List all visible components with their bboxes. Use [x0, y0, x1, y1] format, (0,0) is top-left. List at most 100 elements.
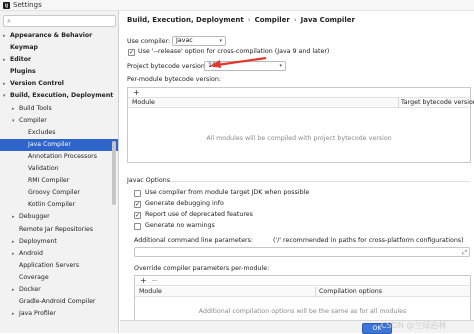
sidebar-item-docker[interactable]: ▸ Docker	[0, 284, 118, 296]
project-bytecode-label: Project bytecode version:	[127, 63, 207, 70]
sidebar-item-build-execution-deployment[interactable]: ▾ Build, Execution, Deployment	[0, 90, 118, 102]
sidebar-item-groovy-compiler[interactable]: Groovy Compiler	[0, 187, 118, 199]
sidebar-item-editor[interactable]: ▸ Editor	[0, 54, 118, 66]
breadcrumb-item[interactable]: Compiler	[255, 16, 290, 24]
release-option-checkbox[interactable]: ✓	[128, 49, 135, 56]
override-toolbar: + −	[135, 276, 470, 286]
window-title: Settings	[13, 1, 42, 9]
column-header-compilation-options[interactable]: Compilation options	[319, 287, 382, 297]
sidebar-item-deployment[interactable]: ▸ Deployment	[0, 236, 118, 248]
breadcrumb-item: Java Compiler	[300, 16, 355, 24]
release-option-label[interactable]: Use '--release' option for cross-compila…	[138, 48, 329, 55]
sidebar-item-java-profiler[interactable]: ▸ Java Profiler	[0, 308, 118, 320]
settings-sidebar: ⌕ ▸ Appearance & Behavior Keymap ▸ Editor Plu…	[0, 11, 119, 333]
sidebar-item-label: Java Profiler	[19, 310, 56, 318]
javac-option-label[interactable]: Use compiler from module target JDK when…	[145, 189, 309, 196]
sidebar-item-label: Groovy Compiler	[28, 189, 80, 197]
sidebar-item-label: RMI Compiler	[28, 177, 70, 185]
chevron-right-icon[interactable]: ▸	[3, 30, 6, 42]
sidebar-item-rmi-compiler[interactable]: RMI Compiler	[0, 175, 118, 187]
additional-params-label: Additional command line parameters:	[134, 237, 254, 244]
sidebar-item-label: Keymap	[10, 44, 38, 52]
chevron-right-icon[interactable]: ▸	[12, 248, 15, 260]
column-header-module[interactable]: Module	[139, 287, 162, 297]
column-divider[interactable]	[398, 98, 399, 108]
additional-params-hint: ('/' recommended in paths for cross-plat…	[273, 237, 464, 244]
sidebar-item-java-compiler[interactable]: Java Compiler	[0, 138, 118, 151]
sidebar-item-kotlin-compiler[interactable]: Kotlin Compiler	[0, 199, 118, 211]
javac-option-label[interactable]: Report use of deprecated features	[145, 211, 253, 218]
sidebar-item-keymap[interactable]: Keymap	[0, 42, 118, 54]
sidebar-item-label: Build Tools	[19, 104, 52, 112]
column-header-module[interactable]: Module	[132, 98, 155, 108]
sidebar-item-label: Application Servers	[19, 261, 80, 269]
column-divider[interactable]	[315, 287, 316, 297]
sidebar-item-build-tools[interactable]: ▸ Build Tools	[0, 103, 118, 115]
sidebar-item-debugger[interactable]: ▸ Debugger	[0, 211, 118, 223]
settings-search-input[interactable]: ⌕	[3, 15, 116, 27]
sidebar-item-label: Debugger	[19, 213, 50, 221]
breadcrumb-separator: ›	[247, 16, 251, 24]
add-module-button[interactable]: +	[133, 88, 140, 98]
chevron-right-icon[interactable]: ▸	[12, 308, 15, 320]
sidebar-item-compiler[interactable]: ▾ Compiler	[0, 115, 118, 127]
sidebar-item-annotation-processors[interactable]: Annotation Processors	[0, 151, 118, 163]
javac-option-checkbox[interactable]: ✓	[134, 201, 141, 208]
chevron-right-icon[interactable]: ▸	[12, 211, 15, 223]
javac-option-checkbox[interactable]	[134, 223, 141, 230]
javac-option-label[interactable]: Generate no warnings	[145, 222, 215, 229]
sidebar-item-excludes[interactable]: Excludes	[0, 127, 118, 139]
sidebar-item-label: Plugins	[10, 68, 36, 76]
expand-icon[interactable]: ⤢	[462, 249, 467, 257]
chevron-right-icon[interactable]: ▸	[12, 103, 15, 115]
javac-options-title: Javac Options	[127, 177, 171, 184]
column-header-target-bytecode[interactable]: Target bytecode version	[401, 98, 474, 108]
chevron-down-icon[interactable]: ▾	[12, 115, 15, 127]
override-empty-text: Additional compilation options will be t…	[198, 308, 407, 315]
javac-option-checkbox[interactable]	[134, 190, 141, 197]
checkmark-icon: ✓	[135, 201, 141, 208]
breadcrumb-item[interactable]: Build, Execution, Deployment	[127, 16, 244, 24]
sidebar-item-label: Build, Execution, Deployment	[10, 92, 114, 100]
chevron-right-icon[interactable]: ▸	[3, 78, 6, 90]
sidebar-item-label: Gradle-Android Compiler	[19, 298, 96, 306]
sidebar-item-gradle-android-compiler[interactable]: Gradle-Android Compiler	[0, 296, 118, 308]
additional-params-input[interactable]: ⤢	[134, 247, 470, 257]
sidebar-scroll-thumb[interactable]	[112, 141, 116, 205]
sidebar-item-version-control[interactable]: ▸ Version Control	[0, 78, 118, 90]
sidebar-item-label: Appearance & Behavior	[10, 32, 93, 39]
chevron-right-icon[interactable]: ▸	[3, 54, 6, 66]
sidebar-item-label: Validation	[28, 165, 59, 173]
use-compiler-label: Use compiler:	[127, 38, 171, 45]
per-module-toolbar: +	[128, 88, 470, 98]
sidebar-item-appearance-behavior[interactable]: ▸ Appearance & Behavior	[0, 30, 118, 42]
sidebar-item-label: Kotlin Compiler	[28, 201, 76, 209]
sidebar-item-plugins[interactable]: Plugins	[0, 66, 118, 78]
sidebar-item-label: Docker	[19, 285, 41, 293]
sidebar-item-label: Compiler	[19, 116, 47, 124]
sidebar-item-validation[interactable]: Validation	[0, 163, 118, 175]
annotation-arrow-icon	[210, 56, 267, 68]
sidebar-item-coverage[interactable]: Coverage	[0, 272, 118, 284]
sidebar-item-remote-jar-repositories[interactable]: Remote Jar Repositories	[0, 224, 118, 236]
remove-override-button[interactable]: −	[151, 276, 158, 286]
sidebar-item-label: Annotation Processors	[28, 152, 97, 160]
sidebar-scrollbar[interactable]	[112, 33, 117, 329]
override-label: Override compiler parameters per-module:	[134, 265, 270, 272]
chevron-down-icon[interactable]: ▾	[3, 90, 6, 102]
sidebar-item-label: Coverage	[19, 273, 49, 281]
sidebar-item-label: Version Control	[10, 80, 64, 88]
watermark: CSDN @兰绿启林	[381, 321, 447, 330]
settings-content: Build, Execution, Deployment › Compiler › Ja…	[120, 11, 474, 333]
add-override-button[interactable]: +	[140, 276, 147, 286]
use-compiler-select[interactable]: Javac ▾	[172, 36, 226, 46]
javac-option-checkbox[interactable]: ✓	[134, 212, 141, 219]
sidebar-item-android[interactable]: ▸ Android	[0, 248, 118, 260]
override-header: Module Compilation options	[135, 287, 470, 297]
sidebar-item-label: Remote Jar Repositories	[19, 225, 93, 233]
sidebar-item-application-servers[interactable]: Application Servers	[0, 260, 118, 272]
search-icon: ⌕	[7, 17, 11, 25]
chevron-right-icon[interactable]: ▸	[12, 284, 15, 296]
chevron-right-icon[interactable]: ▸	[12, 236, 15, 248]
javac-option-label[interactable]: Generate debugging info	[145, 200, 224, 207]
